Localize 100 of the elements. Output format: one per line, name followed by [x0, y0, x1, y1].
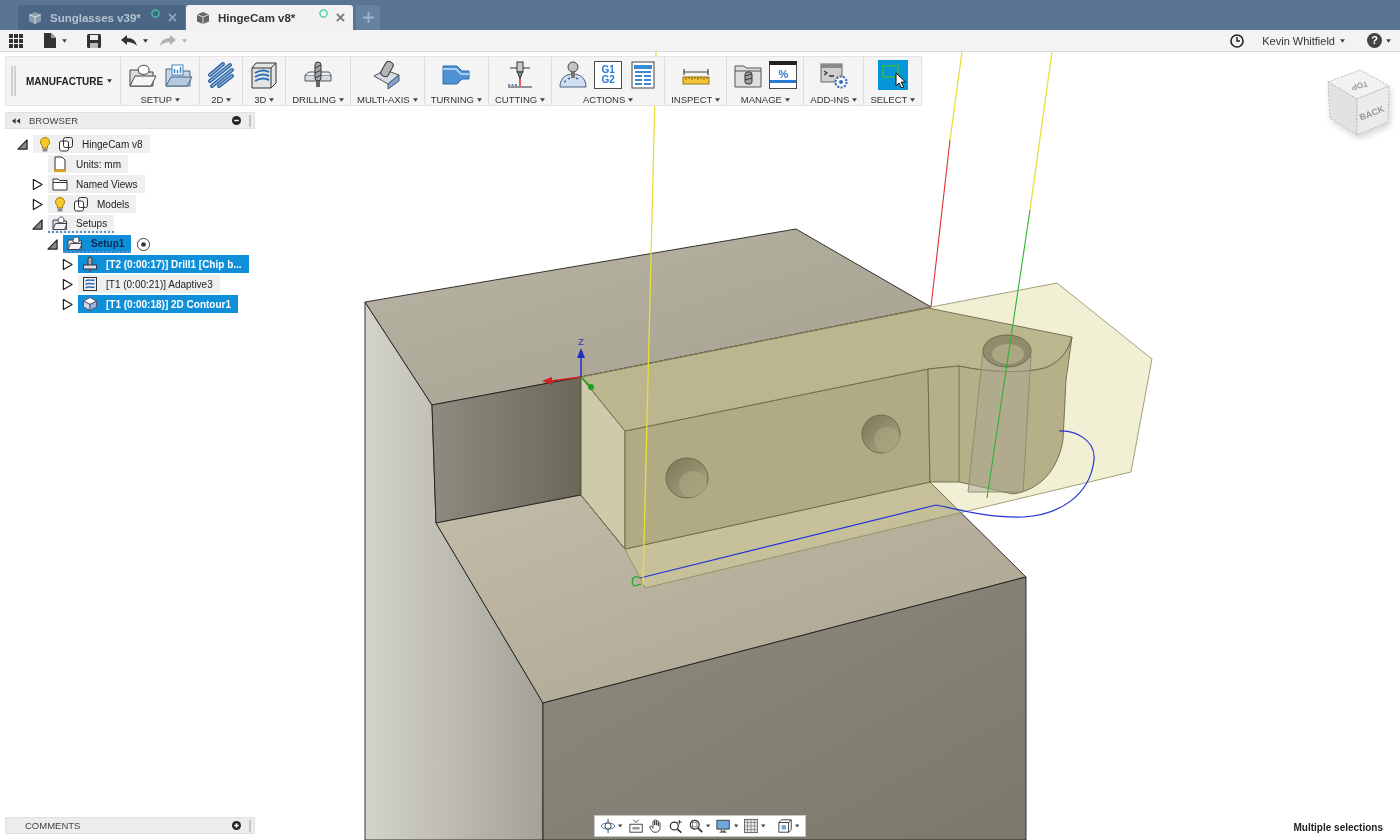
folder-icon: [52, 176, 68, 192]
component-icon: [73, 196, 89, 212]
caret-icon: [175, 97, 181, 102]
toolbar-menu-button[interactable]: SELECT: [870, 94, 916, 105]
tree-item[interactable]: [T1 (0:00:21)] Adaptive3: [78, 275, 220, 293]
toolbar-menu-button[interactable]: CUTTING: [494, 94, 546, 105]
toolbar-menu-button[interactable]: INSPECT: [671, 94, 721, 105]
save-icon[interactable]: [87, 33, 101, 48]
post-process-button[interactable]: G1 G2: [594, 61, 623, 89]
workspace-menu-button[interactable]: MANUFACTURE: [22, 57, 121, 105]
drill-hole: [665, 457, 709, 499]
caret-icon[interactable]: [733, 824, 738, 828]
selection-window-icon[interactable]: [877, 60, 908, 90]
tree-toggle-icon[interactable]: [31, 198, 43, 210]
terminal-gear-icon[interactable]: [818, 60, 849, 90]
toolbar-menu-button[interactable]: ADD-INS: [810, 94, 858, 105]
caret-icon[interactable]: [706, 824, 711, 828]
help-button[interactable]: ?: [1367, 33, 1382, 48]
caret-icon: [226, 97, 232, 102]
toolbar-menu-button[interactable]: MANAGE: [740, 94, 790, 105]
caret-icon[interactable]: [1386, 38, 1391, 43]
drill-hole: [861, 414, 901, 454]
lightbulb-icon[interactable]: [37, 136, 53, 152]
tree-item[interactable]: [T2 (0:00:17)] Drill1 [Chip b...: [78, 255, 249, 273]
orbit-icon[interactable]: [601, 818, 616, 834]
document-icon: [52, 156, 68, 172]
add-icon[interactable]: [232, 821, 241, 830]
joystick-icon[interactable]: [558, 60, 589, 90]
clock-icon[interactable]: [1230, 33, 1245, 48]
post-library-button[interactable]: %: [769, 61, 798, 89]
toolbar-menu-button[interactable]: 3D: [254, 94, 275, 105]
component-icon: [58, 136, 74, 152]
tree-toggle-icon[interactable]: [61, 298, 73, 310]
origin-triad: [542, 348, 594, 390]
look-at-icon[interactable]: [628, 818, 643, 834]
selection-status: Multiple selections: [1293, 822, 1383, 833]
tree-item[interactable]: Setup1: [63, 235, 132, 253]
toolbar-menu-button[interactable]: DRILLING: [292, 94, 345, 105]
toolbar-menu-button[interactable]: SETUP: [140, 94, 181, 105]
caret-icon: [476, 97, 482, 102]
caret-icon: [715, 97, 721, 102]
double-arrow-icon[interactable]: [12, 117, 21, 124]
setup-folder-icon: [67, 235, 83, 251]
caret-icon: [269, 97, 275, 102]
tree-item[interactable]: [T1 (0:00:18)] 2D Contour1: [78, 295, 238, 313]
tree-item[interactable]: Named Views: [48, 175, 145, 193]
tilted-tool-icon[interactable]: [372, 60, 403, 90]
caret-icon: [628, 97, 634, 102]
viewports-icon[interactable]: [777, 818, 792, 834]
caret-icon[interactable]: [62, 38, 67, 43]
display-icon[interactable]: [716, 818, 731, 834]
grid-icon[interactable]: [743, 818, 759, 834]
toolbar-menu-button[interactable]: TURNING: [430, 94, 482, 105]
tree-item[interactable]: HingeCam v8: [33, 135, 150, 153]
caret-icon: [107, 79, 113, 83]
tree-item[interactable]: Units: mm: [48, 155, 128, 173]
pan-hand-icon[interactable]: [648, 818, 663, 834]
tree-toggle-icon[interactable]: [31, 178, 43, 190]
caret-icon: [910, 97, 916, 102]
drill-bit-icon: [82, 256, 98, 272]
toolbar-menu-button[interactable]: ACTIONS: [583, 94, 634, 105]
tree-toggle-icon[interactable]: [31, 218, 43, 230]
caret-icon: [852, 97, 858, 102]
cube-icon: [196, 10, 210, 25]
tree-toggle-icon[interactable]: [61, 258, 73, 270]
tree-toggle-icon[interactable]: [46, 238, 58, 250]
drag-handle-icon[interactable]: [11, 66, 16, 96]
tree-item[interactable]: Models: [48, 195, 137, 213]
user-menu-button[interactable]: Kevin Whitfield: [1262, 34, 1345, 47]
tree-toggle-icon[interactable]: [16, 138, 28, 150]
file-icon[interactable]: [44, 33, 56, 48]
app-grid-icon[interactable]: [9, 33, 23, 48]
undo-icon[interactable]: [121, 34, 137, 47]
caret-icon: [1340, 38, 1345, 43]
tree-item[interactable]: Setups: [48, 215, 115, 233]
caret-icon[interactable]: [794, 824, 800, 828]
bore-hole: [982, 334, 1032, 368]
caret-icon: [339, 97, 345, 102]
axis-label: Z: [578, 337, 584, 347]
toolbar-menu-button[interactable]: MULTI-AXIS: [357, 94, 418, 105]
caret-icon[interactable]: [143, 38, 148, 43]
zoom-icon[interactable]: [688, 818, 704, 834]
caret-icon[interactable]: [618, 824, 623, 828]
zoom-in-icon[interactable]: [668, 818, 683, 834]
status-ring-icon: [319, 9, 328, 18]
layers-icon: [82, 276, 98, 292]
drill-bit-icon[interactable]: [303, 60, 334, 90]
layered-box-icon[interactable]: [249, 60, 280, 90]
lightbulb-icon[interactable]: [52, 196, 68, 212]
setup-folder-icon: [52, 215, 68, 231]
diagonal-stripes-icon[interactable]: [206, 60, 237, 90]
document-tab[interactable]: HingeCam v8*: [186, 5, 353, 30]
caret-icon[interactable]: [761, 824, 766, 828]
target-icon[interactable]: [136, 236, 152, 252]
close-icon[interactable]: [336, 13, 345, 22]
tree-toggle-icon[interactable]: [61, 278, 73, 290]
minimize-icon[interactable]: [232, 116, 241, 125]
toolbar-menu-button[interactable]: 2D: [211, 94, 232, 105]
cube-icon: [28, 10, 42, 25]
start-marker-icon: [631, 576, 642, 587]
